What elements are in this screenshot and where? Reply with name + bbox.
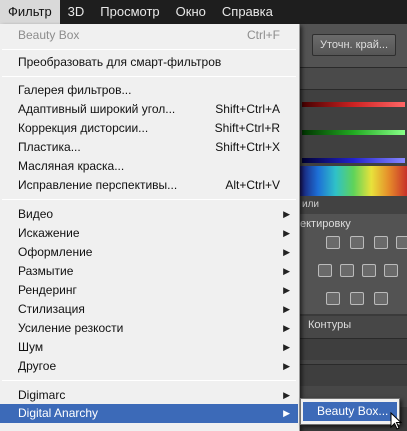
panel-header (300, 68, 407, 90)
menu-item-stylize-design[interactable]: Оформление ▶ (0, 243, 298, 262)
menu-item-convert-smart[interactable]: Преобразовать для смарт-фильтров (0, 53, 298, 72)
submenu-arrow-icon: ▶ (283, 228, 290, 238)
menu-item-distort[interactable]: Искажение ▶ (0, 224, 298, 243)
curves-icon[interactable] (374, 236, 388, 249)
menu-view[interactable]: Просмотр (92, 0, 167, 24)
menu-item-stylize[interactable]: Стилизация ▶ (0, 300, 298, 319)
menu-item-label: Beauty Box (18, 28, 80, 42)
menu-item-render[interactable]: Рендеринг ▶ (0, 281, 298, 300)
menu-3d[interactable]: 3D (60, 0, 93, 24)
menu-separator (2, 76, 296, 77)
threshold-icon[interactable] (374, 292, 388, 305)
menu-item-sharpen[interactable]: Усиление резкости ▶ (0, 319, 298, 338)
menu-item-other[interactable]: Другое ▶ (0, 357, 298, 376)
menu-item-lens-correction[interactable]: Коррекция дисторсии... Shift+Ctrl+R (0, 119, 298, 138)
submenu-arrow-icon: ▶ (283, 247, 290, 257)
panel-tabs[interactable]: или (300, 196, 407, 214)
paths-tab[interactable]: Контуры (308, 319, 351, 331)
menu-item-label: Шум (18, 340, 44, 354)
refine-edge-button[interactable]: Уточн. край... (312, 34, 396, 56)
hue-saturation-icon[interactable] (340, 264, 354, 277)
shortcut-label: Alt+Ctrl+V (225, 178, 280, 192)
menu-item-blur[interactable]: Размытие ▶ (0, 262, 298, 281)
menu-item-last-filter: Beauty Box Ctrl+F (0, 26, 298, 45)
menu-separator (2, 380, 296, 381)
shortcut-label: Ctrl+F (247, 28, 280, 42)
menu-item-label: Адаптивный широкий угол... (18, 102, 176, 116)
menu-item-liquify[interactable]: Пластика... Shift+Ctrl+X (0, 138, 298, 157)
mouse-cursor-icon (390, 412, 402, 430)
posterize-icon[interactable] (350, 292, 364, 305)
blue-slider[interactable] (302, 158, 405, 163)
paths-panel: Контуры (300, 316, 407, 407)
menu-item-filter-gallery[interactable]: Галерея фильтров... (0, 81, 298, 100)
menu-item-label: Видео (18, 207, 54, 221)
menu-item-label: Digimarc (18, 388, 66, 402)
menu-item-oil-paint[interactable]: Масляная краска... (0, 157, 298, 176)
menu-item-label: Стилизация (18, 302, 85, 316)
color-balance-icon[interactable] (362, 264, 376, 277)
menu-separator (2, 199, 296, 200)
options-bar: Уточн. край... (300, 24, 407, 68)
panel-row[interactable] (300, 338, 407, 360)
menu-item-label: Размытие (18, 264, 74, 278)
menu-item-adaptive-wide-angle[interactable]: Адаптивный широкий угол... Shift+Ctrl+A (0, 100, 298, 119)
submenu-arrow-icon: ▶ (283, 266, 290, 276)
submenu-item-beauty-box[interactable]: Beauty Box... (303, 402, 397, 421)
menu-item-label: Исправление перспективы... (18, 178, 178, 192)
menu-window[interactable]: Окно (168, 0, 214, 24)
menu-filter[interactable]: Фильтр (0, 0, 60, 24)
exposure-icon[interactable] (396, 236, 407, 249)
black-white-icon[interactable] (384, 264, 398, 277)
menu-item-label: Усиление резкости (18, 321, 124, 335)
menu-item-label: Digital Anarchy (18, 406, 99, 420)
menu-item-noise[interactable]: Шум ▶ (0, 338, 298, 357)
color-spectrum[interactable] (300, 166, 407, 196)
submenu-arrow-icon: ▶ (283, 361, 290, 371)
red-slider[interactable] (302, 102, 405, 107)
menu-item-label: Оформление (18, 245, 93, 259)
menu-help[interactable]: Справка (214, 0, 281, 24)
vibrance-icon[interactable] (318, 264, 332, 277)
submenu-arrow-icon: ▶ (283, 408, 290, 418)
menu-item-digital-anarchy[interactable]: Digital Anarchy ▶ (0, 404, 298, 423)
menu-item-label: Искажение (18, 226, 80, 240)
adjustments-panel: ектировку (300, 214, 407, 314)
panel-row[interactable] (300, 364, 407, 386)
menu-item-label: Пластика... (18, 140, 81, 154)
filter-menu: Beauty Box Ctrl+F Преобразовать для смар… (0, 24, 300, 431)
adjustments-title: ектировку (300, 218, 351, 230)
menu-item-label: Коррекция дисторсии... (18, 121, 149, 135)
menu-item-label: Другое (18, 359, 57, 373)
invert-icon[interactable] (326, 292, 340, 305)
shortcut-label: Shift+Ctrl+X (215, 140, 280, 154)
brightness-icon[interactable] (326, 236, 340, 249)
menu-separator (2, 49, 296, 50)
menu-item-label: Рендеринг (18, 283, 77, 297)
submenu-arrow-icon: ▶ (283, 209, 290, 219)
menu-item-video[interactable]: Видео ▶ (0, 205, 298, 224)
shortcut-label: Shift+Ctrl+R (214, 121, 280, 135)
menu-item-digimarc[interactable]: Digimarc ▶ (0, 386, 298, 405)
shortcut-label: Shift+Ctrl+A (215, 102, 280, 116)
menu-item-vanishing-point[interactable]: Исправление перспективы... Alt+Ctrl+V (0, 176, 298, 195)
submenu-arrow-icon: ▶ (283, 304, 290, 314)
submenu-arrow-icon: ▶ (283, 323, 290, 333)
levels-icon[interactable] (350, 236, 364, 249)
submenu-arrow-icon: ▶ (283, 390, 290, 400)
digital-anarchy-submenu: Beauty Box... (300, 398, 400, 425)
green-slider[interactable] (302, 130, 405, 135)
submenu-arrow-icon: ▶ (283, 342, 290, 352)
submenu-arrow-icon: ▶ (283, 285, 290, 295)
menu-bar: Фильтр 3D Просмотр Окно Справка (0, 0, 407, 24)
